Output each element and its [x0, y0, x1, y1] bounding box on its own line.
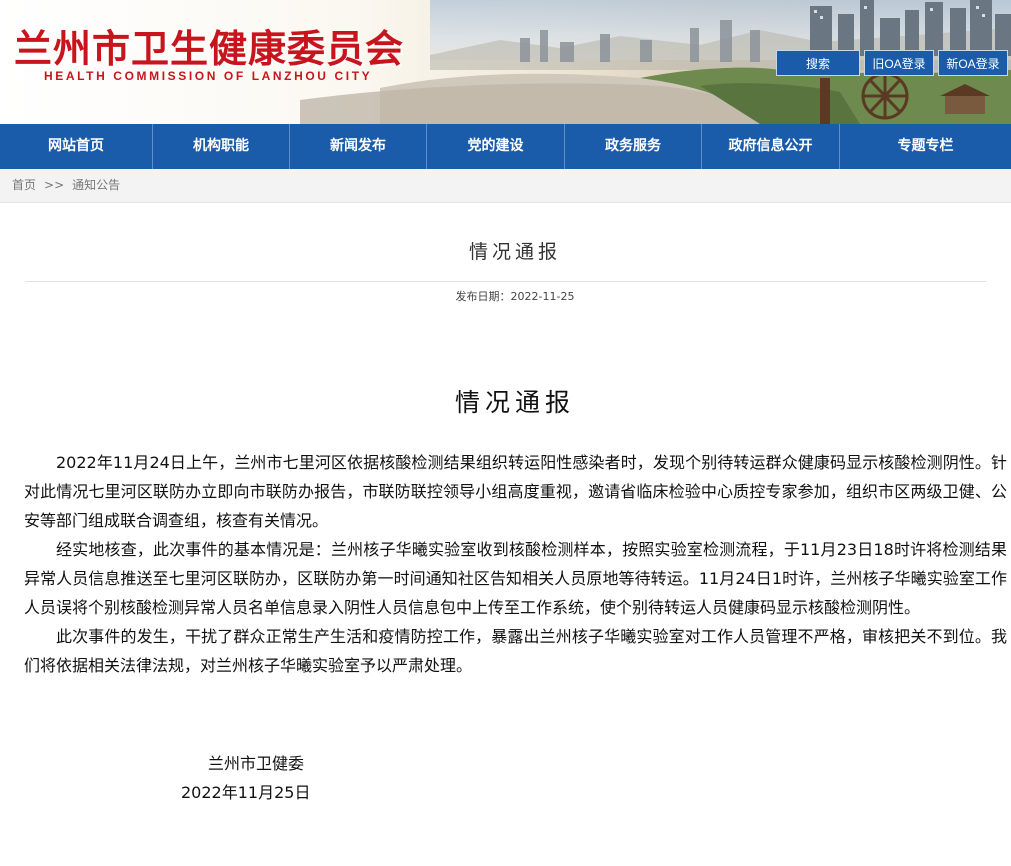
article-paragraph: 经实地核查，此次事件的基本情况是：兰州核子华曦实验室收到核酸检测样本，按照实验室…: [24, 540, 1007, 617]
breadcrumb-home-link[interactable]: 首页: [12, 169, 36, 201]
publish-date: 发布日期：2022-11-25: [455, 290, 575, 303]
site-header: 兰州市卫生健康委员会 HEALTH COMMISSION OF LANZHOU …: [0, 0, 1011, 124]
search-button[interactable]: 搜索: [776, 50, 860, 76]
signature-date: 2022年11月25日: [181, 783, 311, 802]
breadcrumb: 首页 >> 通知公告: [0, 169, 1011, 203]
main-nav: 网站首页 机构职能 新闻发布 党的建设 政务服务 政府信息公开 专题专栏: [0, 124, 1011, 169]
article-paragraph: 2022年11月24日上午，兰州市七里河区依据核酸检测结果组织转运阳性感染者时，…: [24, 453, 1007, 530]
nav-item-news[interactable]: 新闻发布: [290, 124, 427, 169]
nav-item-party[interactable]: 党的建设: [427, 124, 565, 169]
site-logo-en: HEALTH COMMISSION OF LANZHOU CITY: [44, 69, 373, 83]
article-body: 2022年11月24日上午，兰州市七里河区依据核酸检测结果组织转运阳性感染者时，…: [24, 448, 1007, 680]
signature-organization: 兰州市卫健委: [208, 754, 305, 773]
nav-item-functions[interactable]: 机构职能: [153, 124, 290, 169]
breadcrumb-current-link[interactable]: 通知公告: [72, 169, 120, 201]
site-logo-cn[interactable]: 兰州市卫生健康委员会: [14, 28, 404, 70]
new-oa-login-button[interactable]: 新OA登录: [938, 50, 1008, 76]
nav-item-services[interactable]: 政务服务: [565, 124, 702, 169]
body-title: 情况通报: [454, 388, 575, 417]
breadcrumb-separator: >>: [44, 178, 65, 192]
nav-item-home[interactable]: 网站首页: [0, 124, 153, 169]
nav-item-info-disclosure[interactable]: 政府信息公开: [702, 124, 840, 169]
old-oa-login-button[interactable]: 旧OA登录: [864, 50, 934, 76]
article-title: 情况通报: [468, 241, 561, 263]
article-paragraph: 此次事件的发生，干扰了群众正常生产生活和疫情防控工作，暴露出兰州核子华曦实验室对…: [24, 627, 1007, 675]
title-divider: [25, 281, 986, 282]
nav-item-special-topics[interactable]: 专题专栏: [840, 124, 1011, 169]
